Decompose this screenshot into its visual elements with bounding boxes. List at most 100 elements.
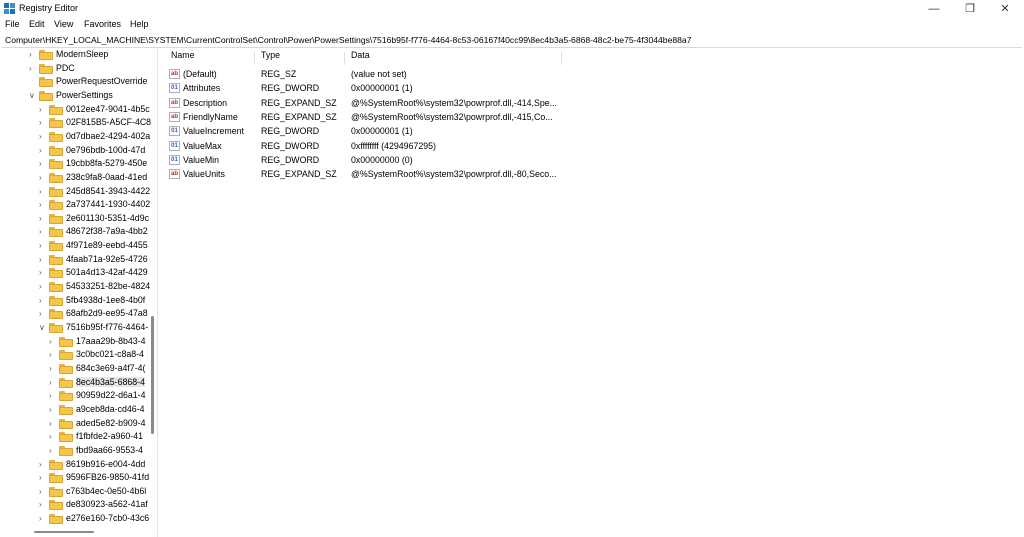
value-row[interactable]: ab ValueUnits REG_EXPAND_SZ @%SystemRoot%\s…	[165, 167, 765, 181]
tree-item[interactable]: › 8ec4b3a5-6868-4	[0, 376, 150, 390]
address-bar[interactable]: Computer\HKEY_LOCAL_MACHINE\SYSTEM\Curre…	[2, 34, 1022, 48]
chevron-right-icon[interactable]: ›	[39, 242, 47, 250]
close-button[interactable]: ✕	[988, 0, 1022, 17]
chevron-down-icon[interactable]: ∨	[39, 324, 47, 332]
tree-item[interactable]: › f1fbfde2-a960-41	[0, 430, 150, 444]
menu-view[interactable]: View	[54, 19, 73, 29]
menu-file[interactable]: File	[5, 19, 20, 29]
tree-item[interactable]: › c763b4ec-0e50-4b6l	[0, 485, 150, 499]
chevron-right-icon[interactable]: ›	[39, 173, 47, 182]
chevron-right-icon[interactable]: ›	[39, 310, 47, 318]
key-tree[interactable]: › e276e160-7cb0-43c6 › de830923-a562-41af › c…	[0, 48, 158, 537]
column-header-type[interactable]: Type	[261, 50, 280, 64]
chevron-right-icon[interactable]: ›	[39, 214, 47, 223]
column-header-data[interactable]: Data	[351, 50, 370, 64]
chevron-right-icon[interactable]: ›	[49, 351, 57, 359]
tree-item[interactable]: PowerRequestOverride	[0, 75, 150, 89]
tree-item[interactable]: › 02F815B5-A5CF-4C8	[0, 116, 151, 130]
chevron-right-icon[interactable]: ›	[39, 283, 47, 291]
chevron-right-icon[interactable]: ›	[39, 255, 47, 264]
chevron-right-icon[interactable]: ›	[39, 132, 47, 141]
tree-item[interactable]: › fbd9aa66-9553-4	[0, 444, 150, 458]
tree-item[interactable]: › 68afb2d9-ee95-47a8	[0, 307, 150, 321]
value-row[interactable]: ab FriendlyName REG_EXPAND_SZ @%SystemRoot%…	[165, 110, 765, 124]
chevron-right-icon[interactable]: ›	[49, 446, 57, 455]
chevron-right-icon[interactable]: ›	[49, 364, 57, 373]
chevron-right-icon[interactable]: ›	[29, 51, 37, 59]
chevron-right-icon[interactable]: ›	[39, 146, 47, 155]
folder-icon	[59, 336, 73, 347]
menu-help[interactable]: Help	[130, 19, 149, 29]
tree-item[interactable]: › 3c0bc021-c8a8-4	[0, 348, 150, 362]
tree-item[interactable]: › 0e796bdb-100d-47d	[0, 144, 150, 158]
column-separator[interactable]	[344, 52, 345, 65]
tree-item[interactable]: › 4f971e89-eebd-4455	[0, 239, 150, 253]
chevron-right-icon[interactable]: ›	[39, 201, 47, 209]
tree-item[interactable]: › 8619b916-e004-4dd	[0, 458, 150, 472]
tree-item[interactable]: › 9596FB26-9850-41fd	[0, 471, 150, 485]
tree-item[interactable]: › 2a737441-1930-4402	[0, 198, 150, 212]
value-row[interactable]: 01 ValueIncrement REG_DWORD 0x00000001 (1)	[165, 124, 765, 138]
chevron-right-icon[interactable]: ›	[29, 64, 37, 73]
tree-horizontal-scrollbar[interactable]	[34, 531, 94, 533]
tree-item[interactable]: › 90959d22-d6a1-4	[0, 389, 150, 403]
value-row[interactable]: 01 Attributes REG_DWORD 0x00000001 (1)	[165, 81, 765, 95]
chevron-right-icon[interactable]: ›	[39, 515, 47, 523]
chevron-right-icon[interactable]: ›	[39, 269, 47, 277]
tree-item[interactable]: › a9ceb8da-cd46-4	[0, 403, 150, 417]
tree-item[interactable]: › 4faab71a-92e5-4726	[0, 253, 150, 267]
chevron-right-icon[interactable]: ›	[49, 378, 57, 387]
chevron-right-icon[interactable]: ›	[39, 296, 47, 305]
tree-item[interactable]: › 19cbb8fa-5279-450e	[0, 157, 150, 171]
chevron-right-icon[interactable]: ›	[39, 119, 47, 127]
chevron-right-icon[interactable]: ›	[49, 419, 57, 428]
chevron-right-icon[interactable]: ›	[49, 433, 57, 441]
chevron-right-icon[interactable]: ›	[39, 160, 47, 168]
tree-item[interactable]: ∨ PowerSettings	[0, 89, 150, 103]
address-path[interactable]: Computer\HKEY_LOCAL_MACHINE\SYSTEM\Curre…	[5, 35, 691, 45]
chevron-right-icon[interactable]: ›	[39, 460, 47, 469]
column-separator[interactable]	[561, 52, 562, 65]
minimize-button[interactable]: —	[917, 0, 951, 17]
chevron-right-icon[interactable]: ›	[39, 105, 47, 114]
chevron-right-icon[interactable]: ›	[39, 474, 47, 482]
tree-item[interactable]: › 684c3e69-a4f7-4(	[0, 362, 150, 376]
tree-item[interactable]: › de830923-a562-41af	[0, 498, 150, 512]
tree-item[interactable]: › 2e601130-5351-4d9c	[0, 212, 150, 226]
value-row[interactable]: 01 ValueMax REG_DWORD 0xffffffff (429496729…	[165, 139, 765, 153]
value-row[interactable]: 01 ValueMin REG_DWORD 0x00000000 (0)	[165, 153, 765, 167]
chevron-right-icon[interactable]: ›	[49, 392, 57, 400]
value-row[interactable]: ab (Default) REG_SZ (value not set)	[165, 67, 765, 81]
tree-item[interactable]: ∨ 7516b95f-f776-4464-	[0, 321, 150, 335]
chevron-right-icon[interactable]: ›	[49, 337, 57, 346]
maximize-button[interactable]: ❐	[953, 0, 987, 17]
tree-item[interactable]: › 0012ee47-9041-4b5c	[0, 103, 150, 117]
chevron-right-icon[interactable]: ›	[39, 501, 47, 509]
menu-edit[interactable]: Edit	[29, 19, 45, 29]
tree-item[interactable]: › PDC	[0, 62, 150, 76]
tree-item[interactable]: › aded5e82-b909-4	[0, 417, 150, 431]
tree-item[interactable]: › 238c9fa8-0aad-41ed	[0, 171, 150, 185]
chevron-right-icon[interactable]: ›	[39, 487, 47, 496]
tree-item[interactable]: › 0d7dbae2-4294-402a	[0, 130, 150, 144]
value-row[interactable]: ab Description REG_EXPAND_SZ @%SystemRoot%\…	[165, 96, 765, 110]
column-header-name[interactable]: Name	[171, 50, 194, 64]
column-separator[interactable]	[254, 52, 255, 65]
folder-icon	[49, 104, 63, 115]
chevron-right-icon[interactable]: ›	[49, 405, 57, 414]
chevron-right-icon[interactable]: ›	[39, 187, 47, 196]
tree-item[interactable]: › 5fb4938d-1ee8-4b0f	[0, 294, 150, 308]
tree-item[interactable]: › 48672f38-7a9a-4bb2	[0, 225, 150, 239]
tree-item[interactable]: › e276e160-7cb0-43c6	[0, 512, 150, 526]
tree-vertical-scrollbar[interactable]	[151, 316, 154, 434]
tree-item[interactable]: › 245d8541-3943-4422	[0, 185, 150, 199]
tree-item[interactable]: › 54533251-82be-4824	[0, 280, 150, 294]
value-data: 0xffffffff (4294967295)	[351, 140, 436, 151]
tree-item[interactable]: › 17aaa29b-8b43-4	[0, 335, 150, 349]
chevron-down-icon[interactable]: ∨	[29, 91, 37, 100]
tree-item[interactable]: › 501a4d13-42af-4429	[0, 266, 150, 280]
value-data: @%SystemRoot%\system32\powrprof.dll,-80,…	[351, 169, 557, 180]
tree-item[interactable]: › ModernSleep	[0, 48, 150, 62]
chevron-right-icon[interactable]: ›	[39, 228, 47, 236]
menu-favorites[interactable]: Favorites	[84, 19, 121, 29]
